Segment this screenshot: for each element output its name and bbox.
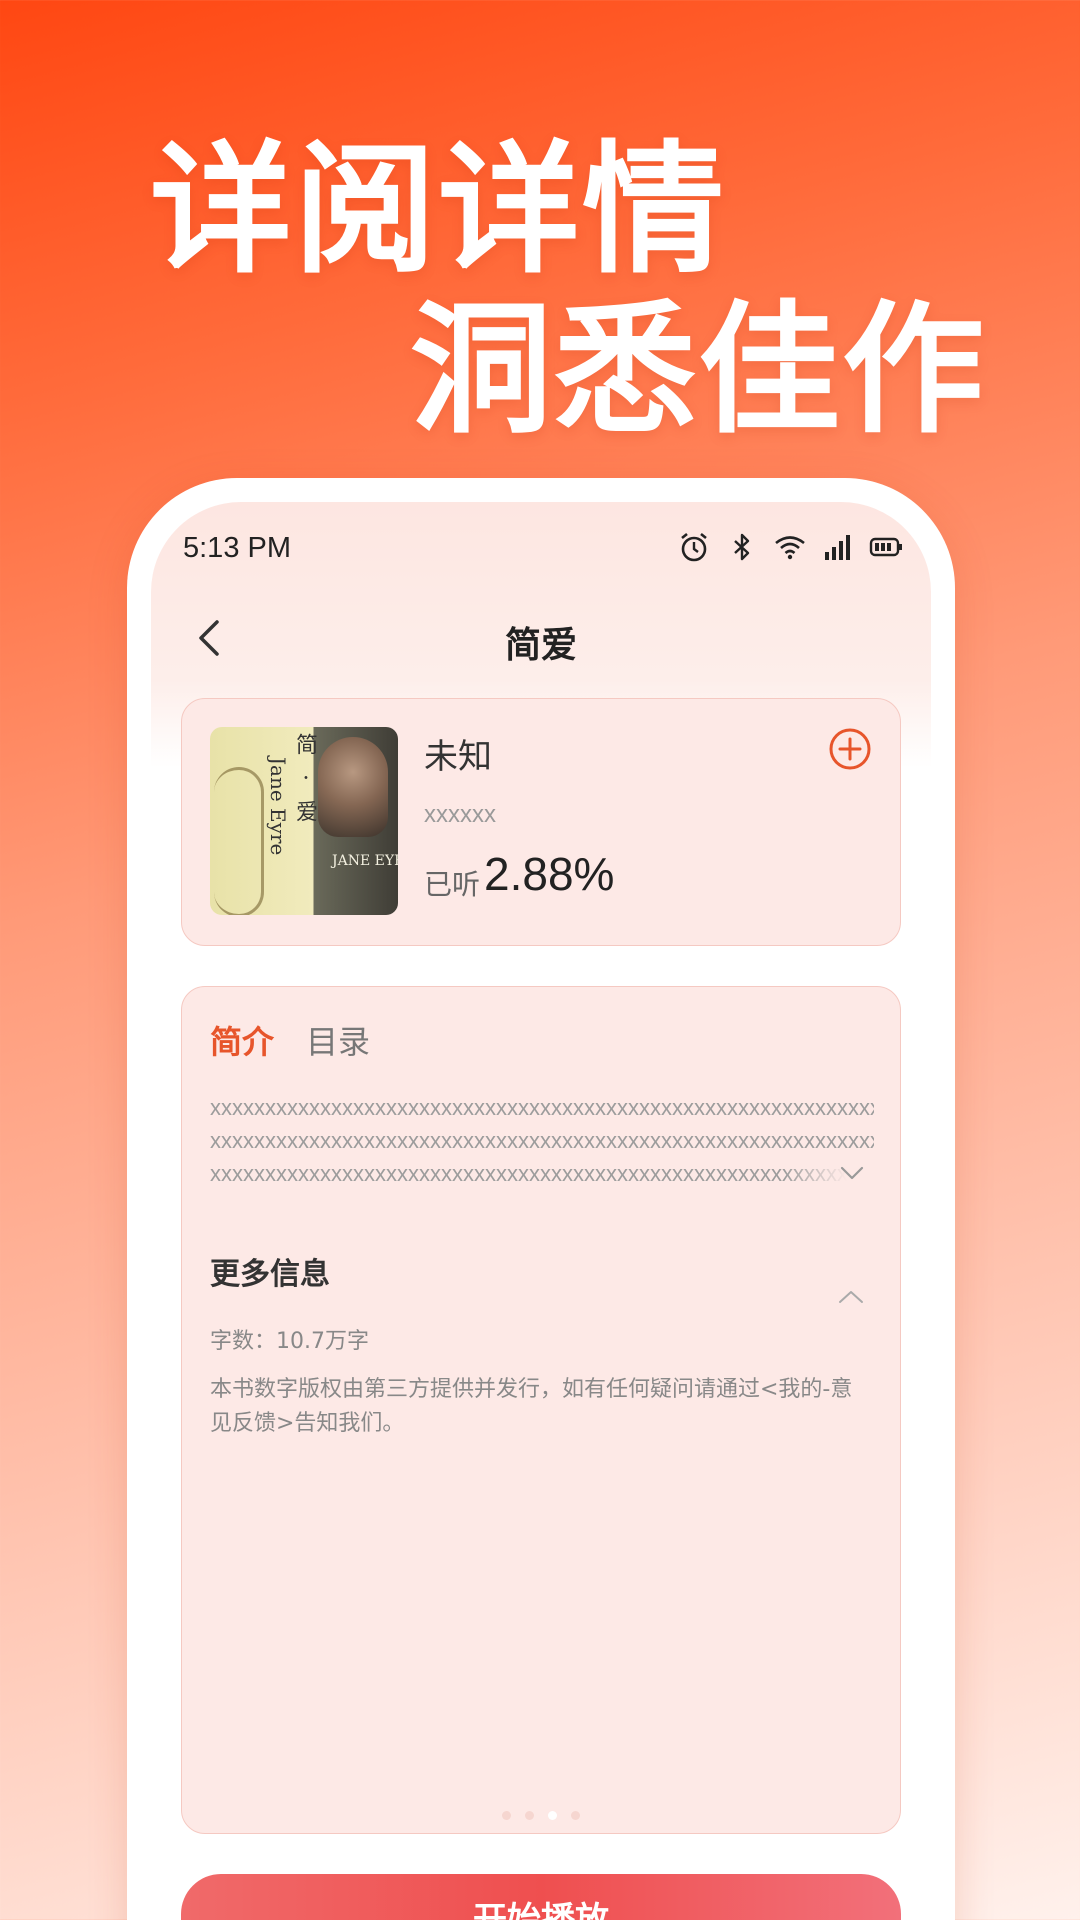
copyright-notice: 本书数字版权由第三方提供并发行，如有任何疑问请通过<我的-意见反馈>告知我们。 [210, 1377, 853, 1436]
description-line: xxxxxxxxxxxxxxxxxxxxxxxxxxxxxxxxxxxxxxxx… [210, 1161, 874, 1186]
promo-headline-line2: 洞悉佳作 [410, 288, 986, 453]
nav-bar: 简爱 [151, 602, 931, 692]
book-info-card: 简 · 爱 Jane Eyre JANE EYRE 未知 xxxxxx 已听 2… [181, 698, 901, 946]
status-icons [677, 530, 903, 564]
book-subtitle: xxxxxx [424, 801, 496, 828]
phone-frame: 5:13 PM 简爱 简 · 爱 Jane Eyre JANE EY 未知 xx… [127, 478, 955, 1920]
collapse-info-button[interactable] [836, 1287, 866, 1307]
cover-logo: JANE EYRE [332, 853, 398, 869]
add-to-shelf-button[interactable] [828, 727, 872, 771]
pager-dot [571, 1811, 580, 1820]
progress-label: 已听 [424, 868, 481, 901]
promo-headline-line1: 详阅详情 [150, 128, 726, 293]
cover-title-cn: 简 · 爱 [292, 733, 317, 828]
start-play-button[interactable]: 开始播放 [181, 1874, 901, 1920]
tab-intro[interactable]: 简介 [210, 1017, 274, 1063]
description-line: xxxxxxxxxxxxxxxxxxxxxxxxxxxxxxxxxxxxxxxx… [210, 1128, 874, 1153]
intro-card: 简介 目录 xxxxxxxxxxxxxxxxxxxxxxxxxxxxxxxxxx… [181, 986, 901, 1834]
progress-value: 2.88% [484, 848, 615, 900]
cover-portrait [318, 737, 388, 837]
plus-circle-icon [829, 728, 871, 770]
alarm-icon [677, 530, 711, 564]
signal-icon [821, 530, 855, 564]
cover-ornament [214, 767, 264, 915]
more-info-title: 更多信息 [210, 1257, 330, 1292]
book-author: 未知 [424, 737, 492, 777]
expand-description-button[interactable] [838, 1163, 866, 1183]
battery-icon [869, 530, 903, 564]
status-bar: 5:13 PM [151, 502, 931, 602]
status-time: 5:13 PM [183, 532, 291, 564]
wifi-icon [773, 530, 807, 564]
word-count: 字数：10.7万字 [210, 1329, 369, 1354]
app-screen: 5:13 PM 简爱 简 · 爱 Jane Eyre JANE EY 未知 xx… [151, 502, 931, 1920]
pager-dot [525, 1811, 534, 1820]
tab-bar: 简介 目录 [210, 1017, 370, 1063]
chevron-up-icon [839, 1291, 863, 1303]
pager-dots [182, 1811, 900, 1820]
pager-dot-active [548, 1811, 557, 1820]
bluetooth-icon [725, 530, 759, 564]
description-line: xxxxxxxxxxxxxxxxxxxxxxxxxxxxxxxxxxxxxxxx… [210, 1095, 874, 1120]
cover-title-en: Jane Eyre [266, 757, 290, 856]
pager-dot [502, 1811, 511, 1820]
book-description: xxxxxxxxxxxxxxxxxxxxxxxxxxxxxxxxxxxxxxxx… [210, 1091, 874, 1191]
tab-catalog[interactable]: 目录 [306, 1017, 370, 1063]
book-cover[interactable]: 简 · 爱 Jane Eyre JANE EYRE [210, 727, 398, 915]
chevron-down-icon [840, 1166, 864, 1180]
page-title: 简爱 [504, 625, 577, 666]
